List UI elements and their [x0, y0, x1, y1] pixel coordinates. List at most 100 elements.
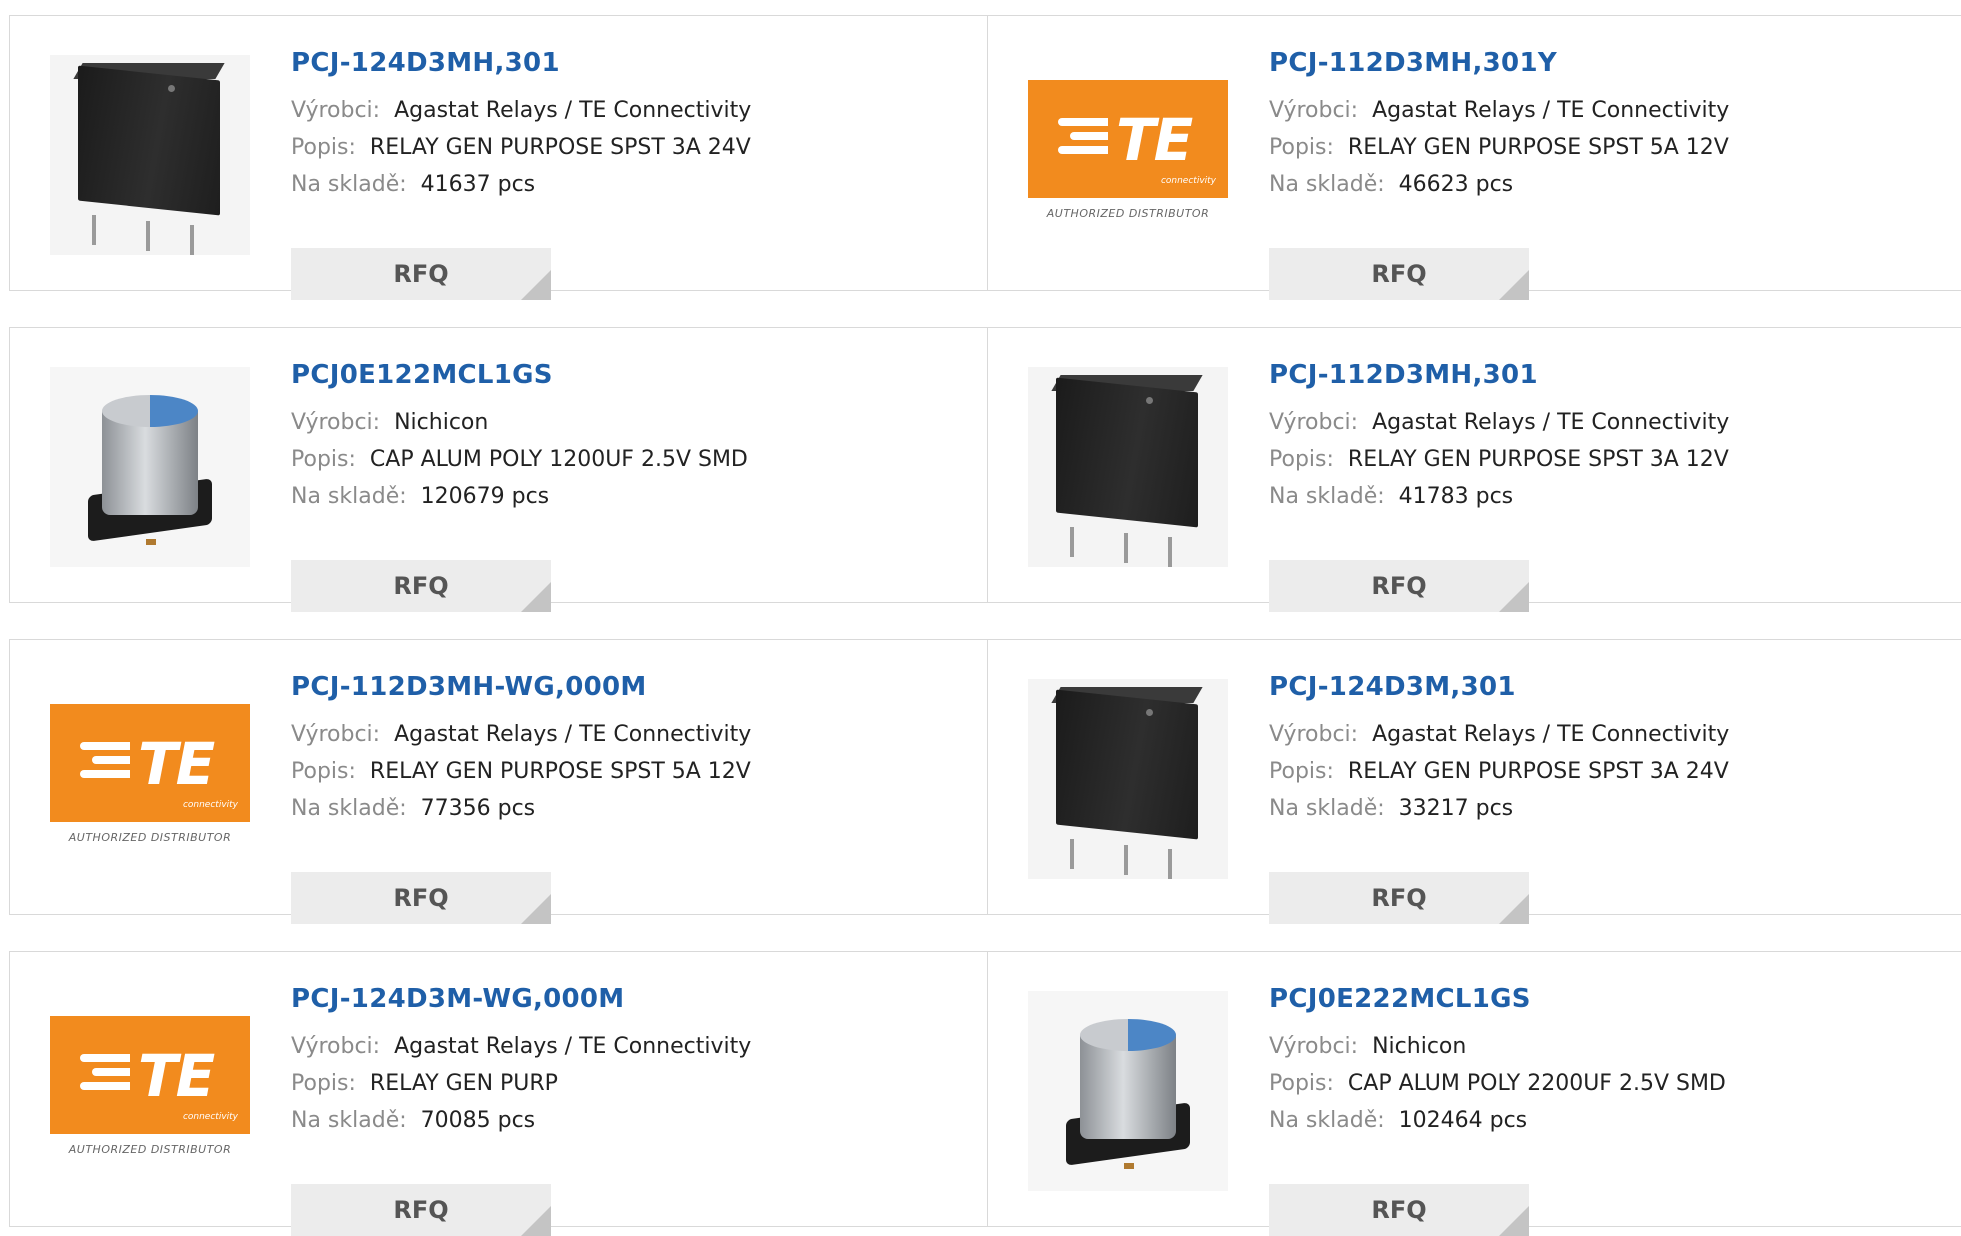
stock-label: Na skladě: — [1269, 796, 1385, 821]
manufacturer-value: Nichicon — [394, 410, 489, 435]
description-label: Popis: — [1269, 447, 1334, 472]
stock-label: Na skladě: — [291, 1108, 407, 1133]
part-number-link[interactable]: PCJ-112D3MH,301 — [1269, 358, 1889, 392]
manufacturer-value: Agastat Relays / TE Connectivity — [394, 1034, 752, 1059]
product-thumbnail[interactable]: TE connectivity AUTHORIZED DISTRIBUTOR — [1028, 55, 1228, 255]
part-number-link[interactable]: PCJ0E222MCL1GS — [1269, 982, 1889, 1016]
product-thumbnail[interactable] — [50, 367, 250, 567]
rfq-label: RFQ — [1371, 260, 1427, 288]
product-thumbnail[interactable]: TE connectivity AUTHORIZED DISTRIBUTOR — [50, 679, 250, 879]
manufacturer-label: Výrobci: — [1269, 410, 1359, 435]
product-row: PCJ-124D3MH,301 Výrobci: Agastat Relays /… — [9, 15, 1961, 300]
rfq-button[interactable]: RFQ — [1269, 560, 1529, 612]
product-card: PCJ0E122MCL1GS Výrobci: Nichicon Popis: CA… — [10, 328, 987, 612]
description-line: Popis: RELAY GEN PURPOSE SPST 5A 12V — [1269, 129, 1889, 166]
description-value: CAP ALUM POLY 1200UF 2.5V SMD — [369, 447, 748, 472]
part-number-link[interactable]: PCJ-124D3M-WG,000M — [291, 982, 911, 1016]
rfq-label: RFQ — [1371, 884, 1427, 912]
stock-label: Na skladě: — [291, 172, 407, 197]
manufacturer-line: Výrobci: Agastat Relays / TE Connectivity — [291, 1028, 911, 1065]
description-line: Popis: RELAY GEN PURPOSE SPST 5A 12V — [291, 753, 911, 790]
stock-value: 120679 pcs — [420, 484, 550, 509]
rfq-button[interactable]: RFQ — [291, 560, 551, 612]
description-label: Popis: — [291, 135, 356, 160]
product-card: PCJ-112D3MH,301 Výrobci: Agastat Relays /… — [988, 328, 1961, 612]
stock-label: Na skladě: — [1269, 484, 1385, 509]
stock-label: Na skladě: — [1269, 1108, 1385, 1133]
stock-line: Na skladě: 120679 pcs — [291, 478, 911, 515]
corner-triangle-icon — [1499, 894, 1529, 924]
stock-value: 33217 pcs — [1398, 796, 1514, 821]
stock-value: 102464 pcs — [1398, 1108, 1528, 1133]
corner-triangle-icon — [1499, 582, 1529, 612]
te-logo-subtext: connectivity — [1160, 176, 1216, 186]
relay-image — [1028, 367, 1228, 567]
product-info: PCJ0E222MCL1GS Výrobci: Nichicon Popis: CA… — [1269, 982, 1889, 1236]
product-info: PCJ-124D3M-WG,000M Výrobci: Agastat Relay… — [291, 982, 911, 1236]
stock-value: 70085 pcs — [420, 1108, 536, 1133]
rfq-button[interactable]: RFQ — [291, 872, 551, 924]
product-thumbnail[interactable] — [1028, 367, 1228, 567]
corner-triangle-icon — [521, 582, 551, 612]
manufacturer-label: Výrobci: — [291, 410, 381, 435]
product-row: TE connectivity AUTHORIZED DISTRIBUTOR PC… — [9, 639, 1961, 924]
manufacturer-value: Agastat Relays / TE Connectivity — [1372, 722, 1730, 747]
part-number-link[interactable]: PCJ-112D3MH,301Y — [1269, 46, 1889, 80]
product-card: PCJ0E222MCL1GS Výrobci: Nichicon Popis: CA… — [988, 952, 1961, 1236]
manufacturer-value: Agastat Relays / TE Connectivity — [394, 98, 752, 123]
product-card: TE connectivity AUTHORIZED DISTRIBUTOR PC… — [988, 16, 1961, 300]
manufacturer-label: Výrobci: — [1269, 722, 1359, 747]
rfq-label: RFQ — [393, 884, 449, 912]
capacitor-image — [50, 367, 250, 567]
capacitor-image — [1028, 991, 1228, 1191]
product-card: TE connectivity AUTHORIZED DISTRIBUTOR PC… — [10, 640, 987, 924]
stock-label: Na skladě: — [1269, 172, 1385, 197]
description-value: RELAY GEN PURPOSE SPST 5A 12V — [369, 759, 751, 784]
relay-image — [1028, 679, 1228, 879]
rfq-label: RFQ — [393, 572, 449, 600]
part-number-link[interactable]: PCJ-124D3M,301 — [1269, 670, 1889, 704]
te-logo: TE connectivity AUTHORIZED DISTRIBUTOR — [1028, 80, 1228, 230]
product-thumbnail[interactable] — [50, 55, 250, 255]
product-thumbnail[interactable] — [1028, 991, 1228, 1191]
stock-line: Na skladě: 33217 pcs — [1269, 790, 1889, 827]
manufacturer-line: Výrobci: Agastat Relays / TE Connectivity — [1269, 404, 1889, 441]
manufacturer-line: Výrobci: Nichicon — [1269, 1028, 1889, 1065]
product-card: PCJ-124D3M,301 Výrobci: Agastat Relays / … — [988, 640, 1961, 924]
rfq-label: RFQ — [1371, 572, 1427, 600]
description-line: Popis: RELAY GEN PURPOSE SPST 3A 24V — [1269, 753, 1889, 790]
product-row: PCJ0E122MCL1GS Výrobci: Nichicon Popis: CA… — [9, 327, 1961, 612]
corner-triangle-icon — [521, 894, 551, 924]
rfq-button[interactable]: RFQ — [291, 248, 551, 300]
manufacturer-value: Agastat Relays / TE Connectivity — [1372, 410, 1730, 435]
part-number-link[interactable]: PCJ-112D3MH-WG,000M — [291, 670, 911, 704]
manufacturer-label: Výrobci: — [291, 1034, 381, 1059]
te-logo-letters: TE — [138, 1042, 215, 1110]
te-logo-letters: TE — [1116, 106, 1193, 174]
product-row: TE connectivity AUTHORIZED DISTRIBUTOR PC… — [9, 951, 1961, 1236]
description-line: Popis: RELAY GEN PURP — [291, 1065, 911, 1102]
authorized-distributor-text: AUTHORIZED DISTRIBUTOR — [1046, 207, 1210, 220]
rfq-button[interactable]: RFQ — [1269, 1184, 1529, 1236]
stock-line: Na skladě: 70085 pcs — [291, 1102, 911, 1139]
part-number-link[interactable]: PCJ0E122MCL1GS — [291, 358, 911, 392]
stock-line: Na skladě: 41783 pcs — [1269, 478, 1889, 515]
rfq-label: RFQ — [393, 260, 449, 288]
manufacturer-line: Výrobci: Nichicon — [291, 404, 911, 441]
description-label: Popis: — [1269, 759, 1334, 784]
rfq-button[interactable]: RFQ — [291, 1184, 551, 1236]
rfq-button[interactable]: RFQ — [1269, 248, 1529, 300]
te-logo-subtext: connectivity — [182, 1112, 238, 1122]
rfq-label: RFQ — [393, 1196, 449, 1224]
manufacturer-line: Výrobci: Agastat Relays / TE Connectivity — [291, 716, 911, 753]
product-info: PCJ-124D3MH,301 Výrobci: Agastat Relays /… — [291, 46, 911, 300]
description-label: Popis: — [291, 759, 356, 784]
stock-line: Na skladě: 41637 pcs — [291, 166, 911, 203]
product-thumbnail[interactable] — [1028, 679, 1228, 879]
product-thumbnail[interactable]: TE connectivity AUTHORIZED DISTRIBUTOR — [50, 991, 250, 1191]
te-logo-subtext: connectivity — [182, 800, 238, 810]
manufacturer-label: Výrobci: — [1269, 98, 1359, 123]
description-label: Popis: — [291, 1071, 356, 1096]
rfq-button[interactable]: RFQ — [1269, 872, 1529, 924]
part-number-link[interactable]: PCJ-124D3MH,301 — [291, 46, 911, 80]
